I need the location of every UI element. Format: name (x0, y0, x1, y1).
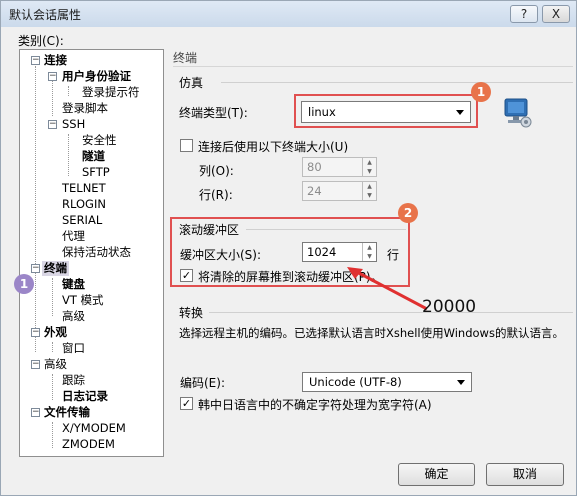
tree-item-vt-mode[interactable]: VT 模式 (62, 293, 104, 308)
tree-item-proxy[interactable]: 代理 (62, 229, 85, 244)
annotation-arrow (347, 267, 428, 311)
window-title: 默认会话属性 (9, 8, 82, 22)
collapse-toggle-ssh[interactable]: − (48, 120, 57, 129)
tree-item-window[interactable]: 窗口 (62, 341, 85, 356)
annotation-note: 20000 (422, 297, 477, 317)
rows-label: 行(R): (199, 188, 233, 202)
tree-item-keyboard[interactable]: 键盘 (62, 277, 85, 292)
tree-item-security[interactable]: 安全性 (82, 133, 117, 148)
rows-value: 24 (307, 184, 322, 198)
tree-item-login-script[interactable]: 登录脚本 (62, 101, 108, 116)
cancel-button[interactable]: 取消 (486, 463, 564, 486)
cjk-wide-char-checkbox[interactable]: ✓ (180, 397, 193, 410)
annotation-badge-1: 1 (471, 82, 491, 102)
resize-checkbox[interactable] (180, 139, 193, 152)
collapse-toggle-terminal[interactable]: − (31, 264, 40, 273)
tree-item-telnet[interactable]: TELNET (62, 181, 106, 196)
rows-spinner[interactable]: 24 ▲ ▼ (302, 181, 377, 201)
help-icon: ? (520, 7, 528, 21)
collapse-toggle-advanced[interactable]: − (31, 360, 40, 369)
convert-group-label: 转换 (179, 306, 204, 320)
tree-item-rlogin[interactable]: RLOGIN (62, 197, 106, 212)
emulation-group-label: 仿真 (179, 76, 204, 90)
help-button[interactable]: ? (510, 5, 538, 23)
category-label: 类别(C): (18, 34, 64, 48)
terminal-type-label: 终端类型(T): (179, 106, 248, 120)
close-icon: X (551, 7, 561, 21)
category-tree[interactable]: − 连接 − 用户身份验证 登录提示符 登录脚本 − SSH 安全性 隧道 SF… (19, 49, 164, 457)
annotation-box-terminal-type (294, 94, 478, 128)
tree-item-tunnel[interactable]: 隧道 (82, 149, 105, 164)
tree-item-xymodem[interactable]: X/YMODEM (62, 421, 126, 436)
cols-value: 80 (307, 160, 322, 174)
dialog-window: 默认会话属性 ? X 类别(C): − 连接 − 用户身份验证 登录提示符 登录… (0, 0, 577, 496)
collapse-toggle-auth[interactable]: − (48, 72, 57, 81)
tree-item-logging[interactable]: 日志记录 (62, 389, 108, 404)
dropdown-arrow-icon (457, 380, 465, 385)
tree-item-appearance[interactable]: 外观 (44, 325, 67, 340)
emulation-group-line (221, 82, 573, 83)
tree-item-login-prompt[interactable]: 登录提示符 (82, 85, 140, 100)
tree-item-user-auth[interactable]: 用户身份验证 (62, 69, 131, 84)
tree-item-file-transfer[interactable]: 文件传输 (44, 405, 90, 420)
tree-item-terminal-advanced[interactable]: 高级 (62, 309, 85, 324)
ok-button[interactable]: 确定 (398, 463, 475, 486)
tree-item-trace[interactable]: 跟踪 (62, 373, 85, 388)
collapse-toggle-appearance[interactable]: − (31, 328, 40, 337)
tree-item-connection[interactable]: 连接 (44, 53, 67, 68)
encoding-select[interactable]: Unicode (UTF-8) (302, 372, 472, 392)
cols-spinner[interactable]: 80 ▲ ▼ (302, 157, 377, 177)
spinner-up-icon[interactable]: ▲ (362, 158, 376, 167)
collapse-toggle-connection[interactable]: − (31, 56, 40, 65)
section-title-text: 终端 (173, 51, 198, 65)
spinner-up-icon[interactable]: ▲ (362, 182, 376, 191)
tree-item-serial[interactable]: SERIAL (62, 213, 102, 228)
checkbox-check-icon: ✓ (181, 397, 192, 410)
cols-label: 列(O): (199, 164, 234, 178)
title-bar: 默认会话属性 ? X (1, 1, 576, 27)
encoding-value: Unicode (UTF-8) (309, 375, 402, 389)
convert-group-line (209, 312, 573, 313)
tree-item-zmodem[interactable]: ZMODEM (62, 437, 115, 452)
spinner-down-icon[interactable]: ▼ (362, 167, 376, 176)
spinner-down-icon[interactable]: ▼ (362, 191, 376, 200)
tree-item-sftp[interactable]: SFTP (82, 165, 110, 180)
annotation-badge-tree: 1 (14, 274, 34, 294)
tree-item-advanced[interactable]: 高级 (44, 357, 67, 372)
convert-description: 选择远程主机的编码。已选择默认语言时Xshell使用Windows的默认语言。 (179, 326, 564, 340)
resize-checkbox-label: 连接后使用以下终端大小(U) (198, 140, 349, 154)
collapse-toggle-file-transfer[interactable]: − (31, 408, 40, 417)
cjk-wide-char-label: 韩中日语言中的不确定字符处理为宽字符(A) (198, 398, 432, 412)
section-title: 终端 (173, 49, 573, 67)
encoding-label: 编码(E): (180, 376, 225, 390)
tree-item-keepalive[interactable]: 保持活动状态 (62, 245, 131, 260)
tree-item-ssh[interactable]: SSH (62, 117, 85, 132)
terminal-monitor-icon (503, 97, 533, 129)
annotation-badge-2: 2 (398, 203, 418, 223)
tree-item-terminal[interactable]: 终端 (42, 261, 69, 276)
close-button[interactable]: X (542, 5, 570, 23)
